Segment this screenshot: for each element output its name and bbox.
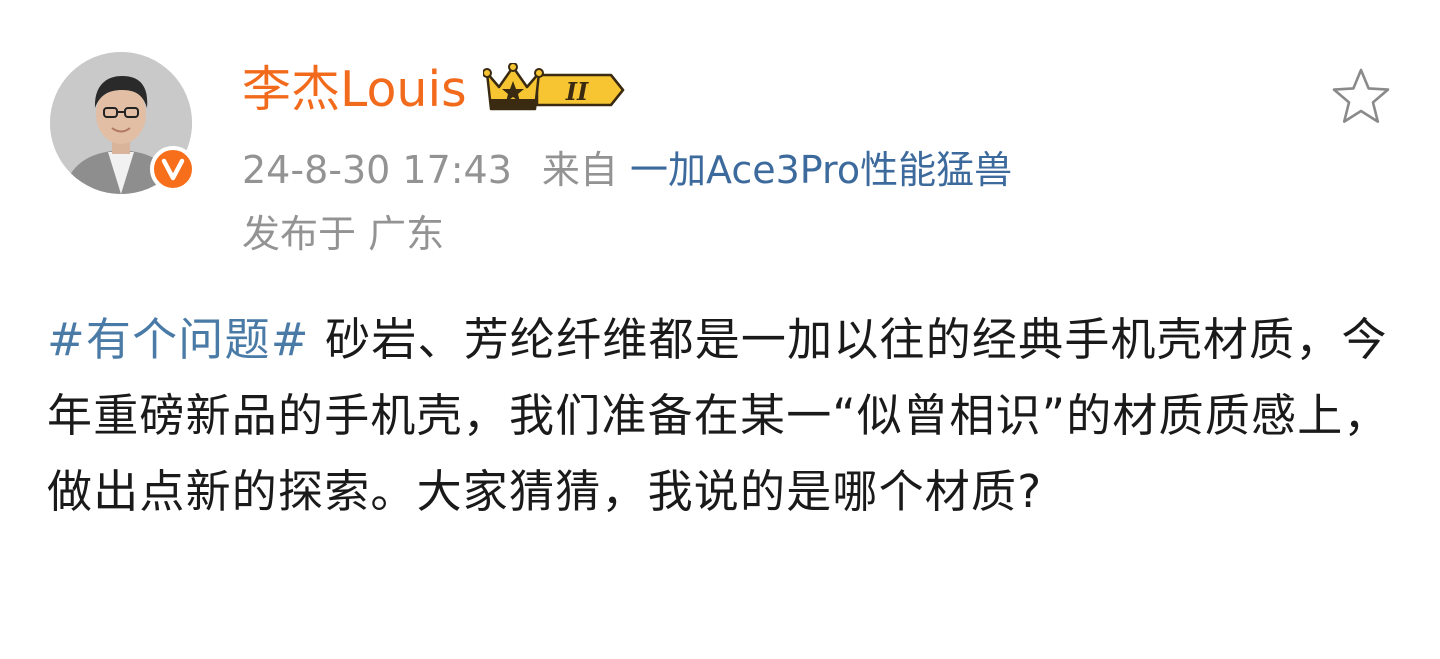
crown-vip-icon[interactable]: II [481,62,627,121]
post-meta: 24-8-30 17:43 来自 一加Ace3Pro性能猛兽 [242,144,1012,196]
from-label: 来自 [541,148,618,192]
vip-level-text: II [564,77,588,106]
post-location: 发布于 广东 [242,212,445,256]
weibo-post: 李杰Louis II 24-8-30 17:43来自 一加Ace3Pro性能猛 [0,0,1440,659]
post-source-link[interactable]: 一加Ace3Pro性能猛兽 [630,148,1012,192]
post-timestamp: 24-8-30 17:43 [242,148,512,192]
star-icon[interactable] [1330,66,1392,128]
hashtag-link[interactable]: #有个问题# [47,313,310,366]
author-name[interactable]: 李杰Louis [242,58,467,122]
author-row: 李杰Louis II [242,58,627,122]
avatar-container[interactable] [50,52,196,194]
verified-v-icon [150,146,196,192]
post-content: #有个问题# 砂岩、芳纶纤维都是一加以往的经典手机壳材质，今年重磅新品的手机壳，… [47,302,1392,530]
